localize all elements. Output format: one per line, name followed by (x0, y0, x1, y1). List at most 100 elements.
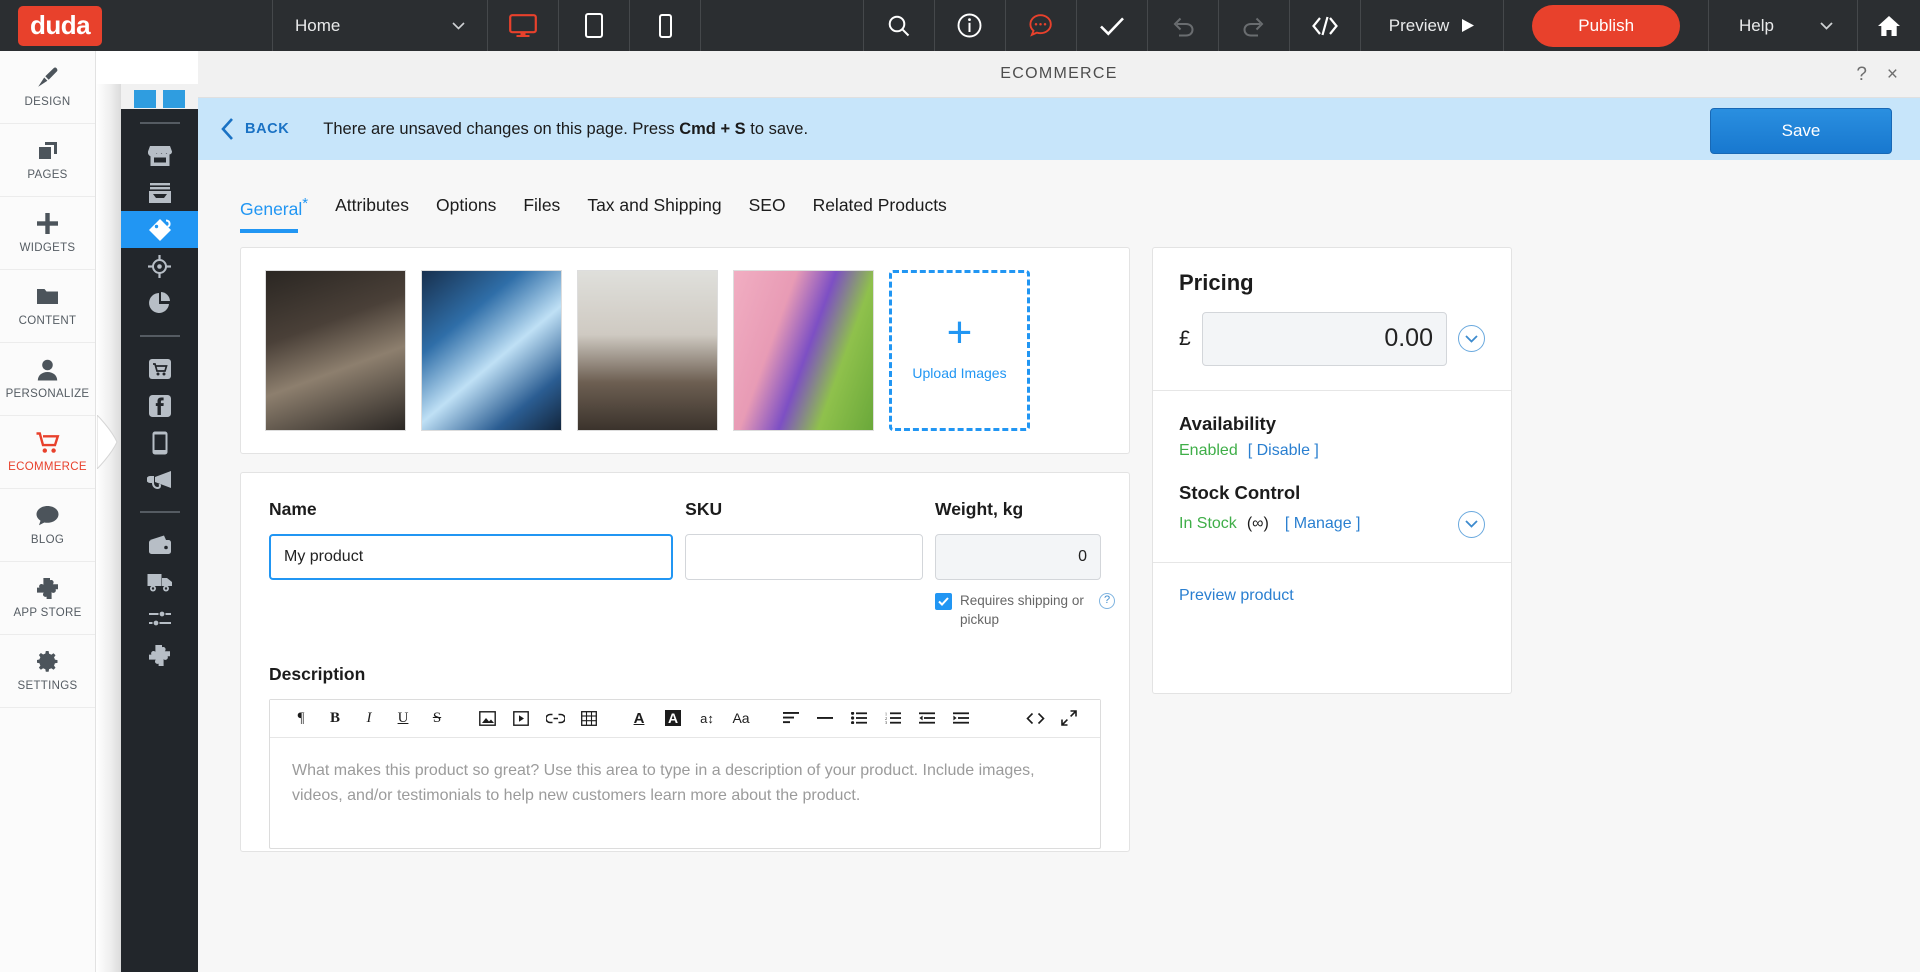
sidebar-item-settings[interactable]: SETTINGS (0, 635, 95, 708)
tab-attributes[interactable]: Attributes (335, 195, 409, 233)
sidebar-item-widgets[interactable]: WIDGETS (0, 197, 95, 270)
chat-button[interactable] (1006, 0, 1076, 51)
strikethrough-icon[interactable]: S (420, 703, 454, 733)
sliders-icon (148, 609, 171, 627)
help-icon[interactable]: ? (1856, 64, 1867, 86)
indent-icon[interactable] (944, 703, 978, 733)
gallery-thumbnail[interactable] (733, 269, 874, 431)
outdent-icon[interactable] (910, 703, 944, 733)
tab-label: Options (436, 195, 497, 215)
redo-button[interactable] (1219, 0, 1289, 51)
tab-files[interactable]: Files (523, 195, 560, 233)
pricing-expand-button[interactable] (1458, 325, 1485, 353)
help-menu[interactable]: Help (1709, 0, 1857, 51)
back-button[interactable]: BACK (220, 118, 289, 140)
save-button[interactable]: Save (1710, 108, 1892, 154)
gallery-thumbnail[interactable] (577, 269, 718, 431)
device-mobile-button[interactable] (630, 0, 700, 51)
numbered-list-icon[interactable]: 123 (876, 703, 910, 733)
editor-toolbar: ¶ B I U S A A a↕ Aa 1 2 3 (270, 699, 1100, 738)
underline-icon[interactable]: U (386, 703, 420, 733)
font-family-icon[interactable]: Aa (724, 703, 758, 733)
duda-logo[interactable]: duda (18, 5, 103, 46)
subnav-payments[interactable] (121, 526, 198, 563)
publish-button[interactable]: Publish (1532, 4, 1681, 47)
search-button[interactable] (864, 0, 934, 51)
subnav-shipping[interactable] (121, 563, 198, 600)
subnav-products[interactable] (121, 211, 198, 248)
subnav-facebook[interactable] (121, 387, 198, 424)
weight-input[interactable] (935, 533, 1101, 580)
home-button[interactable] (1858, 0, 1920, 51)
sidebar-item-ecommerce[interactable]: ECOMMERCE (0, 416, 95, 489)
stock-quantity: (∞) (1246, 515, 1269, 533)
subnav-discounts[interactable] (121, 248, 198, 285)
subnav-orders[interactable] (121, 174, 198, 211)
preview-product-link[interactable]: Preview product (1179, 587, 1294, 604)
preview-button[interactable]: Preview (1361, 0, 1503, 51)
subnav-apps[interactable] (121, 637, 198, 674)
italic-icon[interactable]: I (352, 703, 386, 733)
tab-marker: * (302, 195, 309, 212)
tab-related-products[interactable]: Related Products (813, 195, 947, 233)
subnav-mobile[interactable] (121, 424, 198, 461)
help-icon[interactable]: ? (1099, 592, 1115, 609)
subnav-cart-settings[interactable] (121, 350, 198, 387)
video-icon[interactable] (504, 703, 538, 733)
fullscreen-icon[interactable] (1052, 703, 1086, 733)
mobile-icon (658, 13, 672, 38)
code-button[interactable] (1290, 0, 1360, 51)
stock-expand-button[interactable] (1458, 510, 1485, 538)
subnav-analytics[interactable] (121, 285, 198, 322)
image-icon[interactable] (470, 703, 504, 733)
name-input[interactable] (269, 533, 674, 580)
sub-sidebar-top-tiles (121, 84, 198, 109)
tab-options[interactable]: Options (436, 195, 496, 233)
check-button[interactable] (1077, 0, 1147, 51)
price-input[interactable] (1201, 311, 1447, 366)
sidebar-item-content[interactable]: CONTENT (0, 270, 95, 343)
align-icon[interactable] (774, 703, 808, 733)
bold-icon[interactable]: B (318, 703, 352, 733)
tab-general[interactable]: General* (240, 195, 308, 233)
font-size-icon[interactable]: a↕ (690, 703, 724, 733)
device-tablet-button[interactable] (559, 0, 629, 51)
sidebar-item-blog[interactable]: BLOG (0, 489, 95, 562)
unsaved-changes-message: There are unsaved changes on this page. … (323, 120, 808, 139)
table-icon[interactable] (572, 703, 606, 733)
upload-images-button[interactable]: + Upload Images (889, 269, 1030, 431)
page-selector[interactable]: Home (273, 0, 487, 51)
paragraph-icon[interactable]: ¶ (284, 703, 318, 733)
pricing-title: Pricing (1179, 269, 1254, 295)
sidebar-label: APP STORE (13, 606, 82, 619)
source-code-icon[interactable] (1018, 703, 1052, 733)
device-desktop-button[interactable] (488, 0, 558, 51)
close-icon[interactable]: × (1887, 64, 1898, 86)
gallery-thumbnail[interactable] (265, 269, 406, 431)
sidebar-item-pages[interactable]: PAGES (0, 124, 95, 197)
bullet-list-icon[interactable] (842, 703, 876, 733)
requires-shipping-checkbox[interactable] (935, 592, 952, 610)
description-placeholder[interactable]: What makes this product so great? Use th… (270, 738, 1100, 848)
info-button[interactable] (935, 0, 1005, 51)
unsaved-changes-bar: BACK There are unsaved changes on this p… (198, 98, 1920, 160)
subnav-store[interactable] (121, 137, 198, 174)
undo-button[interactable] (1148, 0, 1218, 51)
sidebar-item-personalize[interactable]: PERSONALIZE (0, 343, 95, 416)
gallery-thumbnail[interactable] (421, 269, 562, 431)
tab-tax-and-shipping[interactable]: Tax and Shipping (587, 195, 721, 233)
highlight-color-icon[interactable]: A (656, 703, 690, 733)
horizontal-rule-icon[interactable] (808, 703, 842, 733)
subnav-settings[interactable] (121, 600, 198, 637)
tab-seo[interactable]: SEO (749, 195, 786, 233)
divider (139, 511, 180, 513)
stock-manage-link[interactable]: [ Manage ] (1285, 515, 1361, 533)
subnav-marketing[interactable] (121, 461, 198, 498)
text-color-icon[interactable]: A (622, 703, 656, 733)
link-icon[interactable] (538, 703, 572, 733)
sku-input[interactable] (685, 533, 923, 580)
sidebar-item-app-store[interactable]: APP STORE (0, 562, 95, 635)
sidebar-item-design[interactable]: DESIGN (0, 51, 95, 124)
availability-disable-link[interactable]: [ Disable ] (1248, 442, 1319, 460)
collapse-panel-handle[interactable] (97, 415, 119, 469)
